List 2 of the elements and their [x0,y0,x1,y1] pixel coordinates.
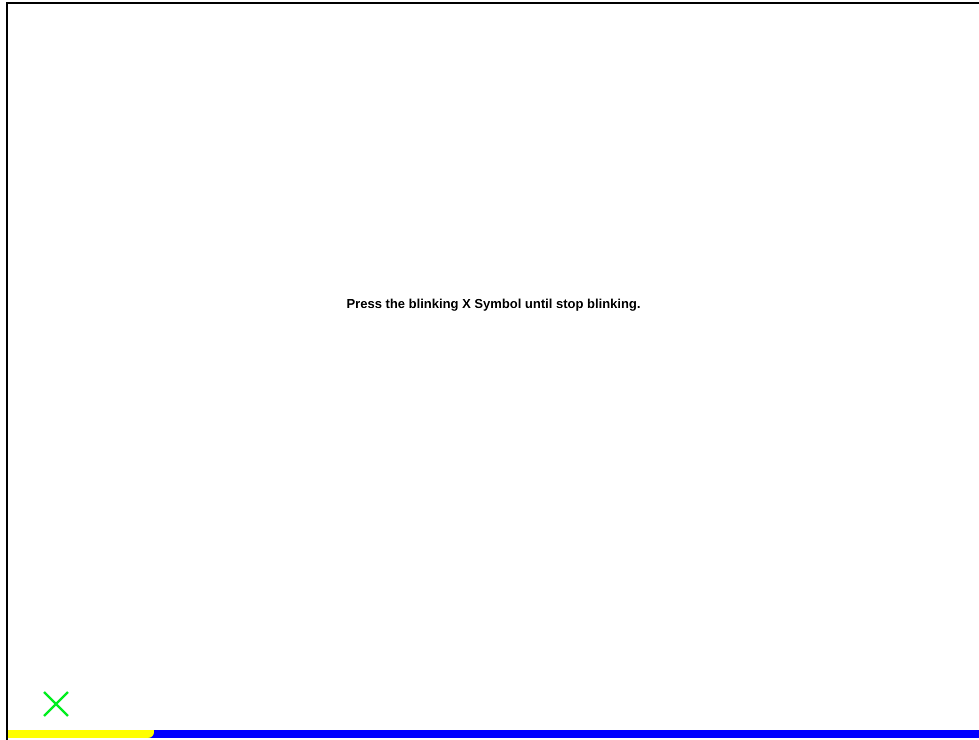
instruction-text: Press the blinking X Symbol until stop blinking. [346,295,640,313]
close-icon[interactable] [42,690,70,718]
